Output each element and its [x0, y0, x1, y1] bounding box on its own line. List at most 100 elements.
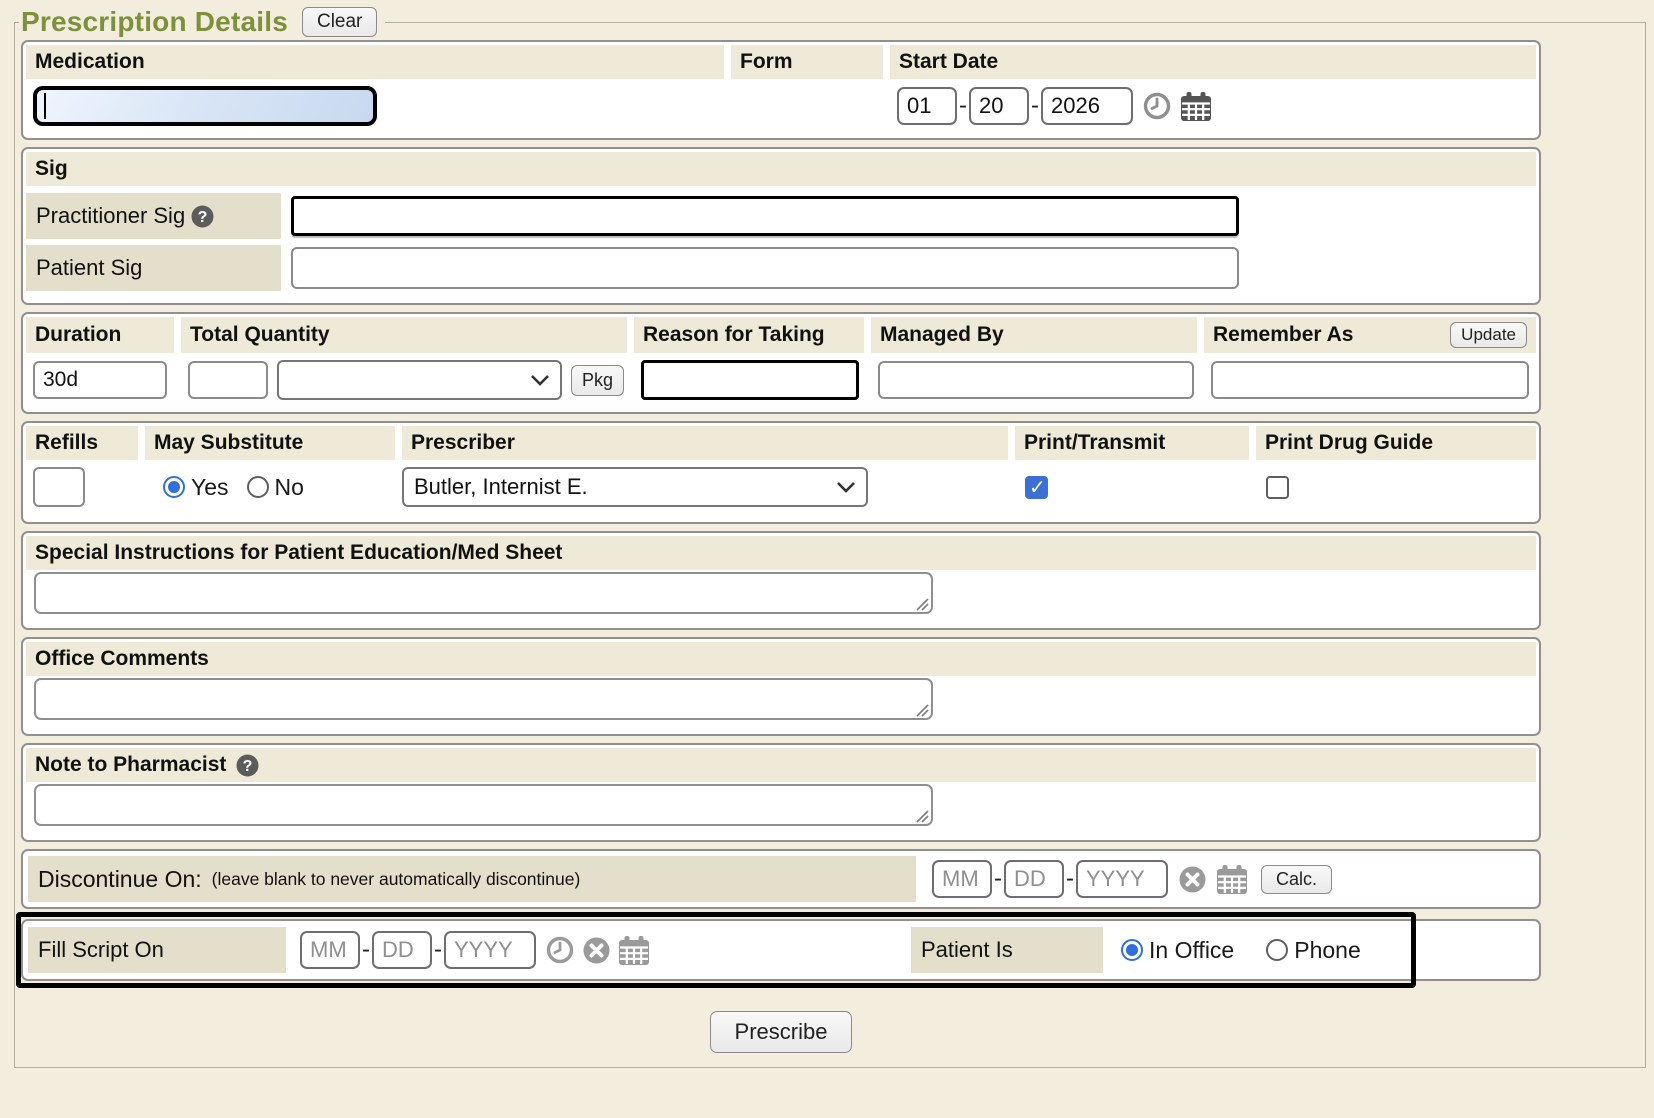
clear-button[interactable]: Clear: [302, 7, 377, 37]
note-to-pharmacist-wrap: [34, 784, 933, 831]
help-icon[interactable]: ?: [191, 205, 214, 228]
sig-header: Sig: [26, 152, 1536, 186]
office-comments-wrap: [34, 678, 933, 725]
discontinue-month-input[interactable]: [932, 860, 992, 898]
quantity-unit-select[interactable]: [277, 360, 562, 400]
medication-input[interactable]: [33, 86, 377, 126]
start-day-input[interactable]: [969, 87, 1029, 125]
discontinue-label: Discontinue On:: [38, 866, 202, 893]
note-to-pharmacist-section: Note to Pharmacist ?: [21, 743, 1541, 842]
chevron-down-icon: [530, 374, 550, 386]
fill-script-outer: Fill Script On - - Patient Is: [21, 919, 1541, 981]
fill-script-section: Fill Script On - - Patient Is: [21, 919, 1541, 981]
fill-script-label: Fill Script On: [38, 937, 164, 963]
refills-label: Refills: [26, 426, 138, 460]
pkg-button[interactable]: Pkg: [571, 365, 624, 396]
discontinue-year-input[interactable]: [1076, 860, 1168, 898]
refills-section: Refills May Substitute Prescriber Print/…: [21, 421, 1541, 524]
resize-grip-icon[interactable]: [914, 596, 929, 611]
svg-text:?: ?: [243, 758, 253, 775]
duration-input[interactable]: [33, 361, 167, 399]
patient-sig-input[interactable]: [291, 247, 1239, 289]
office-comments-section: Office Comments: [21, 637, 1541, 736]
special-instructions-textarea[interactable]: [34, 572, 933, 614]
chevron-down-icon: [836, 481, 856, 493]
fill-day-input[interactable]: [372, 931, 432, 969]
svg-text:?: ?: [198, 209, 208, 226]
prescriber-label: Prescriber: [402, 426, 1008, 460]
prescribe-button[interactable]: Prescribe: [710, 1011, 853, 1053]
date-separator: -: [1066, 865, 1074, 893]
discontinue-hint: (leave blank to never automatically disc…: [212, 869, 581, 890]
clear-date-icon[interactable]: [1178, 865, 1207, 894]
no-label: No: [275, 474, 304, 501]
remember-as-label: Remember As: [1213, 323, 1353, 347]
page-title: Prescription Details: [21, 6, 288, 38]
start-month-input[interactable]: [897, 87, 957, 125]
date-separator: -: [434, 936, 442, 964]
prescription-details-fieldset: Prescription Details Clear Medication Fo…: [14, 6, 1646, 1068]
resize-grip-icon[interactable]: [914, 702, 929, 717]
in-office-label: In Office: [1149, 937, 1234, 964]
managed-by-label: Managed By: [871, 317, 1197, 353]
office-comments-textarea[interactable]: [34, 678, 933, 720]
note-to-pharmacist-header: Note to Pharmacist: [35, 753, 226, 777]
patient-is-label: Patient Is: [921, 937, 1013, 963]
fill-year-input[interactable]: [444, 931, 536, 969]
update-button[interactable]: Update: [1450, 322, 1527, 348]
managed-by-input[interactable]: [878, 361, 1194, 399]
reason-input[interactable]: [641, 360, 859, 400]
calc-button[interactable]: Calc.: [1261, 865, 1332, 894]
resize-grip-icon[interactable]: [914, 808, 929, 823]
phone-label: Phone: [1294, 937, 1361, 964]
note-to-pharmacist-textarea[interactable]: [34, 784, 933, 826]
sig-section: Sig Practitioner Sig ? Patient Sig: [21, 147, 1541, 305]
date-separator: -: [1031, 92, 1039, 120]
prescriber-value: Butler, Internist E.: [414, 474, 588, 500]
prescriber-select[interactable]: Butler, Internist E.: [402, 467, 868, 507]
date-separator: -: [994, 865, 1002, 893]
remember-as-input[interactable]: [1211, 361, 1529, 399]
start-date-label: Start Date: [890, 45, 1536, 79]
medication-input-wrap: [33, 86, 377, 126]
help-icon[interactable]: ?: [236, 754, 259, 777]
may-substitute-no-radio[interactable]: [247, 476, 269, 498]
footer: Prescribe: [21, 1011, 1541, 1053]
refills-input[interactable]: [33, 467, 85, 507]
text-caret: [44, 93, 46, 119]
fieldset-legend: Prescription Details Clear: [19, 6, 385, 38]
in-office-radio[interactable]: [1121, 939, 1143, 961]
medication-section: Medication Form Start Date - -: [21, 40, 1541, 140]
office-comments-header: Office Comments: [26, 642, 1536, 676]
start-year-input[interactable]: [1041, 87, 1133, 125]
print-drug-guide-label: Print Drug Guide: [1256, 426, 1536, 460]
fill-month-input[interactable]: [300, 931, 360, 969]
may-substitute-yes-radio[interactable]: [163, 476, 185, 498]
date-separator: -: [362, 936, 370, 964]
practitioner-sig-input[interactable]: [291, 196, 1239, 236]
print-transmit-checkbox[interactable]: [1025, 476, 1048, 499]
dosage-section: Duration Total Quantity Reason for Takin…: [21, 312, 1541, 414]
reason-label: Reason for Taking: [634, 317, 864, 353]
calendar-icon[interactable]: [1217, 865, 1247, 894]
clock-icon[interactable]: [1143, 92, 1171, 120]
calendar-icon[interactable]: [619, 936, 649, 965]
phone-radio[interactable]: [1266, 939, 1288, 961]
practitioner-sig-label: Practitioner Sig: [36, 203, 185, 229]
discontinue-day-input[interactable]: [1004, 860, 1064, 898]
discontinue-section: Discontinue On: (leave blank to never au…: [21, 849, 1541, 909]
special-instructions-header: Special Instructions for Patient Educati…: [26, 536, 1536, 570]
print-drug-guide-checkbox[interactable]: [1266, 476, 1289, 499]
clock-icon[interactable]: [546, 936, 574, 964]
special-instructions-section: Special Instructions for Patient Educati…: [21, 531, 1541, 630]
total-quantity-label: Total Quantity: [181, 317, 627, 353]
duration-label: Duration: [26, 317, 174, 353]
clear-date-icon[interactable]: [582, 936, 611, 965]
special-instructions-wrap: [34, 572, 933, 619]
date-separator: -: [959, 92, 967, 120]
quantity-input[interactable]: [188, 361, 268, 399]
calendar-icon[interactable]: [1181, 92, 1211, 121]
patient-sig-label: Patient Sig: [36, 255, 142, 281]
print-transmit-label: Print/Transmit: [1015, 426, 1249, 460]
form-label: Form: [731, 45, 883, 79]
